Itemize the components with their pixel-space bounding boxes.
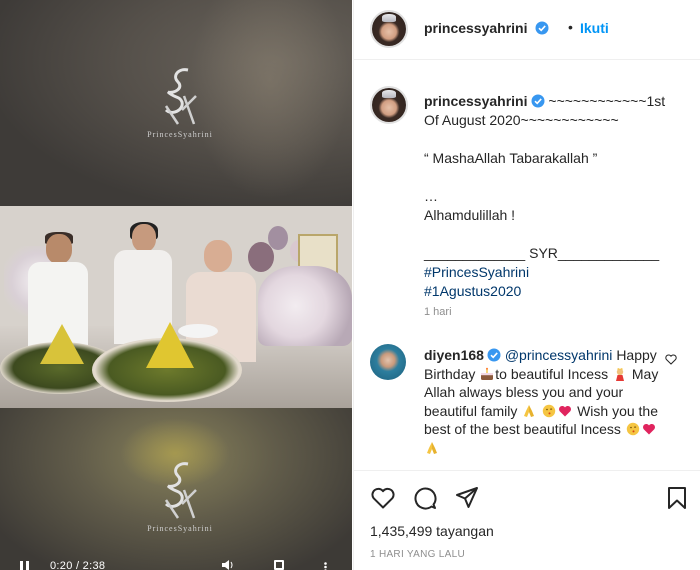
video-frame — [0, 206, 352, 408]
caption-line: … — [424, 188, 438, 204]
watermark-text: PrincesSyahrini — [147, 130, 213, 139]
caption-line — [424, 225, 686, 244]
red-heart-emoji-icon — [642, 423, 655, 435]
kissing-face-emoji-icon — [542, 404, 556, 417]
post-details-panel: princessyahrini • Ikuti princessyahrini … — [353, 0, 700, 570]
fullscreen-icon[interactable] — [274, 560, 284, 570]
username-link[interactable]: princessyahrini — [424, 20, 528, 36]
syr-monogram-icon — [164, 462, 197, 519]
watermark-logo-bottom: PrincesSyahrini — [140, 460, 220, 533]
watermark-logo-top: PrincesSyahrini — [140, 66, 220, 139]
follow-button[interactable]: Ikuti — [580, 20, 609, 36]
verified-badge-icon — [531, 94, 544, 108]
video-player[interactable]: PrincesSyahrini PrincesSyahrini 0:20 / 2… — [0, 0, 352, 570]
caption-line: “ MashaAllah Tabarakallah ” — [424, 150, 598, 166]
cake-emoji-icon — [481, 367, 494, 380]
post-date: 1 HARI YANG LALU — [370, 549, 466, 560]
pause-icon[interactable] — [20, 561, 30, 570]
post-caption: princessyahrini ~~~~~~~~~~~~1st Of Augus… — [424, 92, 686, 301]
avatar[interactable] — [370, 86, 408, 124]
volume-icon[interactable] — [222, 560, 234, 570]
paper-plane-icon[interactable] — [454, 485, 480, 511]
post-actions: 1,435,499 tayangan 1 HARI YANG LALU — [354, 470, 700, 570]
watermark-text: PrincesSyahrini — [147, 524, 213, 533]
caption-line: Of August 2020~~~~~~~~~~~~ — [424, 112, 619, 128]
praying-hands-emoji-icon — [427, 441, 437, 454]
caption-line: _____________ SYR_____________ — [424, 245, 660, 261]
view-count: 1,435,499 tayangan — [370, 523, 494, 539]
heart-icon[interactable] — [370, 485, 396, 511]
caption-line: ~~~~~~~~~~~~1st — [548, 93, 666, 109]
caption-line — [424, 130, 686, 149]
bookmark-icon[interactable] — [664, 485, 690, 511]
hashtag-link[interactable]: #1Agustus2020 — [424, 283, 521, 299]
comment: diyen168 @princessyahrini Happy Birthday… — [424, 346, 664, 457]
post-header: princessyahrini • Ikuti — [354, 0, 700, 60]
comment-text: to beautiful Incess — [495, 365, 609, 382]
comment-mention[interactable]: @princessyahrini — [505, 347, 613, 363]
caption-line — [424, 168, 686, 187]
praying-hands-emoji-icon — [524, 404, 535, 417]
red-heart-emoji-icon — [559, 405, 572, 416]
caption-username[interactable]: princessyahrini — [424, 93, 528, 109]
separator-dot: • — [568, 19, 573, 35]
video-time: 0:20 / 2:38 — [50, 560, 106, 570]
hashtag-link[interactable]: #PrincesSyahrini — [424, 264, 529, 280]
video-controls: 0:20 / 2:38 — [0, 552, 352, 570]
syr-monogram-icon — [164, 68, 197, 125]
caption-line: Alhamdulillah ! — [424, 207, 516, 223]
kissing-face-emoji-icon — [626, 422, 639, 436]
avatar[interactable] — [370, 10, 408, 48]
post-time-ago: 1 hari — [424, 306, 452, 318]
comment-like-heart-icon[interactable] — [665, 354, 677, 365]
comment-avatar[interactable] — [370, 344, 406, 380]
verified-badge-icon — [487, 348, 501, 362]
more-options-icon[interactable] — [324, 562, 327, 570]
verified-badge-icon — [535, 21, 549, 35]
comment-username[interactable]: diyen168 — [424, 347, 484, 363]
princess-emoji-icon — [616, 367, 624, 381]
comment-icon[interactable] — [412, 485, 438, 511]
